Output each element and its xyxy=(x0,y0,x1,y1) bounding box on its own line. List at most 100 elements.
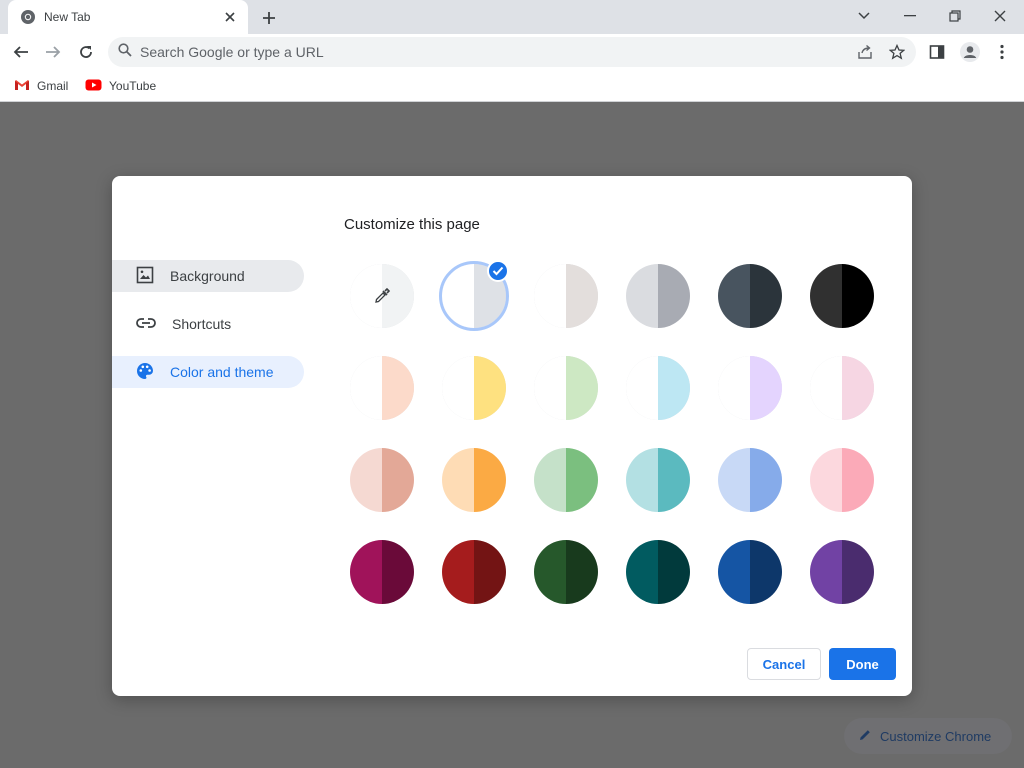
menu-item-shortcuts[interactable]: Shortcuts xyxy=(112,308,304,340)
tab-search-button[interactable] xyxy=(846,4,882,28)
color-swatch-custom-color-picker[interactable] xyxy=(350,264,414,328)
profile-avatar[interactable] xyxy=(957,39,983,65)
swatch-left-half xyxy=(350,540,382,604)
swatch-right-half xyxy=(750,264,782,328)
menu-item-color-and-theme[interactable]: Color and theme xyxy=(112,356,304,388)
color-swatch-dark-green[interactable] xyxy=(534,540,598,604)
image-icon xyxy=(136,266,154,287)
bookmark-label: Gmail xyxy=(37,79,69,93)
swatch-left-half xyxy=(626,448,658,512)
swatch-left-half xyxy=(810,264,842,328)
share-icon[interactable] xyxy=(854,41,876,63)
close-window-button[interactable] xyxy=(982,4,1018,28)
swatch-left-half xyxy=(442,448,474,512)
menu-item-label: Background xyxy=(170,268,245,284)
color-swatch-dark-teal[interactable] xyxy=(626,540,690,604)
toolbar: Search Google or type a URL xyxy=(0,34,1024,70)
swatch-left-half xyxy=(718,540,750,604)
swatch-left-half xyxy=(534,264,566,328)
swatch-left-half xyxy=(626,540,658,604)
color-swatch-warm-grey[interactable] xyxy=(534,264,598,328)
swatch-right-half xyxy=(474,448,506,512)
color-swatch-dark-blue[interactable] xyxy=(718,540,782,604)
pencil-icon xyxy=(858,728,872,745)
color-swatch-light-purple[interactable] xyxy=(718,448,782,512)
swatch-left-half xyxy=(718,448,750,512)
customize-chrome-button[interactable]: Customize Chrome xyxy=(844,718,1012,754)
swatch-left-half xyxy=(810,448,842,512)
reload-button[interactable] xyxy=(73,39,99,65)
omnibox[interactable]: Search Google or type a URL xyxy=(108,37,916,67)
tab-title: New Tab xyxy=(44,10,91,24)
swatch-left-half xyxy=(718,356,750,420)
menu-item-label: Shortcuts xyxy=(172,316,232,332)
tab-new-tab[interactable]: New Tab xyxy=(8,0,248,34)
color-swatch-yellow-and-white[interactable] xyxy=(442,356,506,420)
minimize-button[interactable] xyxy=(892,4,928,28)
swatch-right-half xyxy=(658,356,690,420)
color-swatch-green-and-white[interactable] xyxy=(534,356,598,420)
menu-item-background[interactable]: Background xyxy=(112,260,304,292)
swatch-right-half xyxy=(382,448,414,512)
swatch-left-half xyxy=(442,540,474,604)
color-swatch-orange[interactable] xyxy=(442,448,506,512)
more-menu-icon[interactable] xyxy=(989,39,1015,65)
bookmarks-bar: Gmail YouTube xyxy=(0,70,1024,102)
checkmark-icon xyxy=(487,260,509,282)
color-swatch-pink[interactable] xyxy=(810,448,874,512)
swatch-left-half xyxy=(626,356,658,420)
color-swatch-beige[interactable] xyxy=(350,448,414,512)
swatch-right-half xyxy=(842,540,874,604)
swatch-left-half xyxy=(442,356,474,420)
side-panel-button[interactable] xyxy=(924,39,950,65)
swatch-left-half xyxy=(810,540,842,604)
tab-strip: New Tab xyxy=(0,0,1024,34)
restore-button[interactable] xyxy=(937,4,973,28)
bookmark-star-icon[interactable] xyxy=(886,41,908,63)
color-swatch-light-teal-and-white[interactable] xyxy=(626,356,690,420)
cancel-button[interactable]: Cancel xyxy=(747,648,821,680)
swatch-right-half xyxy=(566,448,598,512)
close-tab-icon[interactable] xyxy=(222,9,238,25)
color-swatch-purple[interactable] xyxy=(810,540,874,604)
swatch-right-half xyxy=(382,540,414,604)
forward-button[interactable] xyxy=(40,39,66,65)
dialog-title: Customize this page xyxy=(344,216,480,233)
swatch-right-half xyxy=(658,540,690,604)
color-swatch-pink-and-white[interactable] xyxy=(810,356,874,420)
bookmark-gmail[interactable]: Gmail xyxy=(14,76,68,96)
customize-chrome-label: Customize Chrome xyxy=(880,728,992,744)
color-swatch-midnight-blue[interactable] xyxy=(718,264,782,328)
swatch-left-half xyxy=(626,264,658,328)
swatch-right-half xyxy=(566,540,598,604)
bookmark-youtube[interactable]: YouTube xyxy=(85,76,156,96)
swatch-right-half xyxy=(382,356,414,420)
swatch-left-half xyxy=(534,540,566,604)
palette-icon xyxy=(136,362,154,383)
youtube-icon xyxy=(85,79,102,94)
swatch-left-half xyxy=(718,264,750,328)
color-swatch-black[interactable] xyxy=(810,264,874,328)
swatch-right-half xyxy=(842,264,874,328)
customize-dialog: Customize this page Background Shortcuts… xyxy=(112,176,912,696)
color-swatch-dark-red-and-orange[interactable] xyxy=(442,540,506,604)
swatch-right-half xyxy=(842,448,874,512)
color-swatch-light-green[interactable] xyxy=(534,448,598,512)
search-icon xyxy=(118,42,132,62)
swatch-right-half xyxy=(474,356,506,420)
color-swatch-light-purple-and-white[interactable] xyxy=(718,356,782,420)
color-swatch-light-teal[interactable] xyxy=(626,448,690,512)
swatch-right-half xyxy=(842,356,874,420)
omnibox-placeholder: Search Google or type a URL xyxy=(140,44,324,60)
eyedropper-icon xyxy=(372,286,392,306)
color-swatch-cool-grey[interactable] xyxy=(626,264,690,328)
color-swatch-beige-and-white[interactable] xyxy=(350,356,414,420)
swatch-left-half xyxy=(534,448,566,512)
color-swatch-dark-pink-and-red[interactable] xyxy=(350,540,414,604)
new-tab-button[interactable] xyxy=(258,7,280,29)
swatch-left-half xyxy=(350,448,382,512)
swatch-right-half xyxy=(566,356,598,420)
back-button[interactable] xyxy=(8,39,34,65)
done-button[interactable]: Done xyxy=(829,648,896,680)
swatch-right-half xyxy=(474,540,506,604)
